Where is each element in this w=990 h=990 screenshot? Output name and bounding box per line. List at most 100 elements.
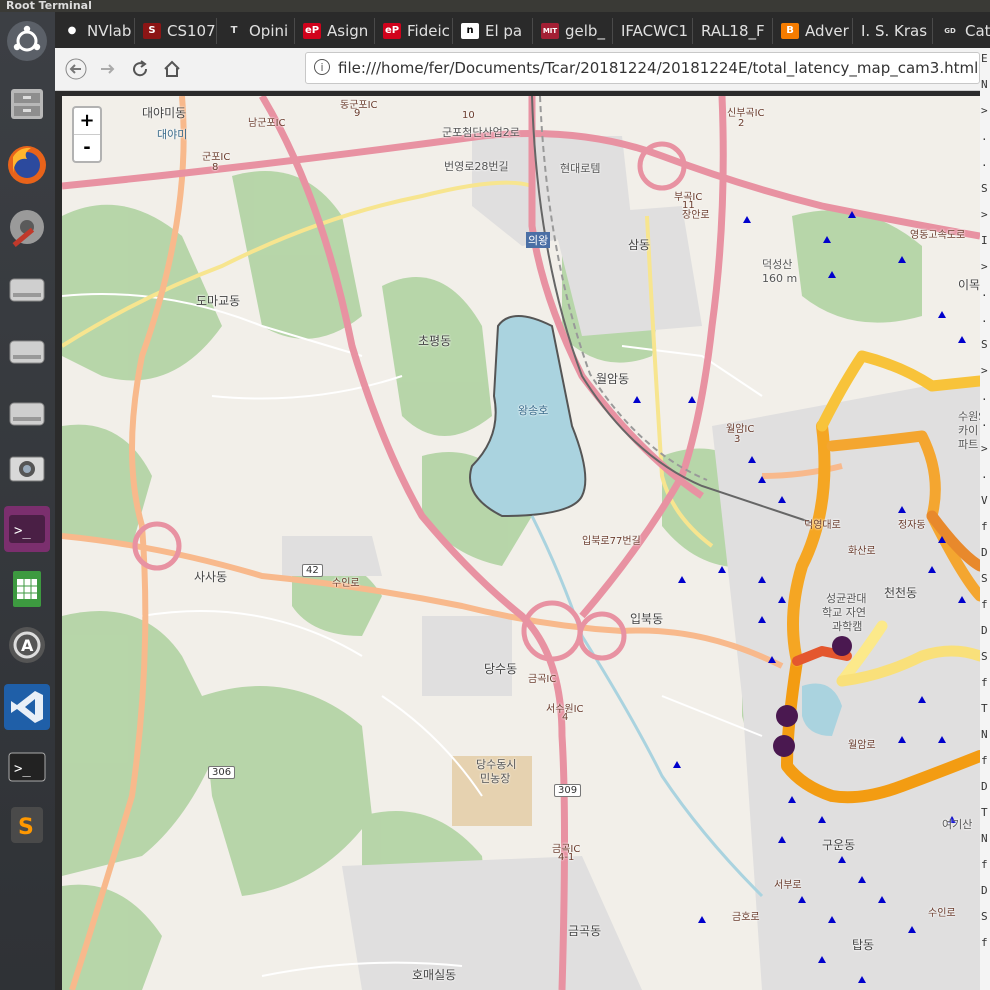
- camera-icon[interactable]: [4, 444, 50, 490]
- tab-opinion[interactable]: T Opini: [219, 18, 295, 44]
- map-label: 덕성산: [762, 258, 793, 271]
- arrow-right-icon: [101, 64, 115, 74]
- terminal-line: T: [981, 806, 988, 819]
- terminal-line: f: [981, 676, 988, 689]
- terminal-icon[interactable]: >_: [4, 744, 50, 790]
- route-shield: 306: [208, 766, 236, 779]
- ubuntu-logo-icon[interactable]: [4, 18, 50, 64]
- map-label: 삼동: [628, 238, 651, 252]
- home-icon: [164, 60, 180, 77]
- map-label: 덕영대로: [804, 520, 841, 531]
- terminal-line: >: [981, 442, 988, 455]
- terminal-line: S: [981, 572, 988, 585]
- map-label: 탑동: [852, 938, 875, 952]
- tab-cs107[interactable]: S CS107: [137, 18, 217, 44]
- leaflet-map[interactable]: 대야미동 대야미 군포IC 8 남군포IC 동군포IC 9 10 군포첨단산업2…: [62, 96, 980, 990]
- map-tiles: [62, 96, 980, 990]
- terminal-line: D: [981, 884, 988, 897]
- map-label: 사사동: [194, 570, 228, 584]
- terminal-line: .: [981, 156, 988, 169]
- home-button[interactable]: [157, 54, 187, 84]
- tab-kras[interactable]: I. S. Kras: [855, 18, 933, 44]
- terminal-line: I: [981, 234, 988, 247]
- tab-fideic[interactable]: eP Fideic: [377, 18, 453, 44]
- svg-text:>_: >_: [14, 523, 31, 539]
- mit-ocw-icon: MIT: [541, 23, 559, 39]
- tab-strip: ● NVlab S CS107 T Opini eP Asign eP Fideic nE…: [55, 12, 990, 48]
- map-label: 서부로: [774, 880, 802, 891]
- terminal-line: f: [981, 858, 988, 871]
- n-icon: n: [461, 23, 479, 39]
- terminal-line: N: [981, 728, 988, 741]
- map-label: 천천동: [884, 586, 918, 600]
- spreadsheet-icon[interactable]: [4, 566, 50, 612]
- tab-ifacwc1[interactable]: IFACWC1: [615, 18, 693, 44]
- terminal-line: D: [981, 780, 988, 793]
- lake-label: 왕송호: [518, 404, 549, 417]
- url-text[interactable]: file:///home/fer/Documents/Tcar/20181224…: [338, 59, 978, 77]
- firefox-icon[interactable]: [4, 142, 50, 188]
- zoom-in-button[interactable]: +: [74, 108, 100, 135]
- drive-icon[interactable]: [4, 390, 50, 436]
- tab-gelb[interactable]: MIT gelb_: [535, 18, 613, 44]
- map-label: 월암IC: [726, 424, 755, 435]
- github-icon: ●: [67, 25, 77, 36]
- zoom-out-button[interactable]: -: [74, 135, 100, 161]
- terminal-line: >: [981, 208, 988, 221]
- system-settings-icon[interactable]: [4, 204, 50, 250]
- svg-text:>_: >_: [14, 761, 31, 777]
- drive-icon[interactable]: [4, 266, 50, 312]
- map-label: 대야미동: [142, 106, 187, 120]
- tab-label: El pa: [485, 22, 523, 40]
- forward-button[interactable]: [93, 54, 123, 84]
- launcher: >_ A >_ S: [0, 12, 55, 990]
- vscode-icon[interactable]: [4, 684, 50, 730]
- terminal-line: f: [981, 936, 988, 949]
- map-label: 정자동: [898, 520, 926, 531]
- tab-cat[interactable]: GD Cat: [935, 18, 990, 44]
- map-label: 수인로: [332, 578, 360, 589]
- terminal-icon[interactable]: >_: [4, 506, 50, 552]
- tab-label: CS107: [167, 22, 216, 40]
- map-label: 4: [562, 712, 569, 723]
- ep-icon: eP: [303, 23, 321, 39]
- map-label: 신부곡IC: [727, 108, 765, 119]
- back-button[interactable]: [61, 54, 91, 84]
- tab-label: RAL18_F: [701, 22, 765, 40]
- url-bar[interactable]: i file:///home/fer/Documents/Tcar/201812…: [305, 52, 980, 84]
- terminal-line: .: [981, 468, 988, 481]
- map-label: 입북로77번길: [582, 536, 641, 547]
- sublime-icon[interactable]: S: [4, 802, 50, 848]
- tab-nvlab[interactable]: ● NVlab: [57, 18, 135, 44]
- info-icon[interactable]: i: [314, 59, 330, 75]
- map-label: 2: [738, 118, 745, 129]
- terminal-line: S: [981, 182, 988, 195]
- file-cabinet-icon[interactable]: [4, 80, 50, 126]
- terminal-line: E: [981, 52, 988, 65]
- map-label: 군포첨단산업2로: [442, 126, 520, 139]
- tab-ral18[interactable]: RAL18_F: [695, 18, 773, 44]
- map-label: 대야미: [157, 128, 188, 141]
- map-label: 금호로: [732, 912, 760, 923]
- map-label: 당수동: [484, 662, 518, 676]
- map-label: 과학캠: [832, 620, 863, 633]
- tab-label: IFACWC1: [621, 22, 688, 40]
- tab-asign[interactable]: eP Asign: [297, 18, 375, 44]
- map-label: 파트: [958, 438, 979, 451]
- svg-text:S: S: [18, 815, 34, 840]
- tab-adver[interactable]: B Adver: [775, 18, 853, 44]
- gdeq-icon: GD: [944, 27, 956, 35]
- map-label: 9: [354, 108, 361, 119]
- map-label: 영동고속도로: [910, 230, 966, 241]
- terminal-line: N: [981, 78, 988, 91]
- software-updater-icon[interactable]: A: [4, 622, 50, 668]
- terminal-line: .: [981, 130, 988, 143]
- reload-icon: [133, 60, 148, 77]
- tab-label: Asign: [327, 22, 369, 40]
- drive-icon[interactable]: [4, 328, 50, 374]
- tab-elpais[interactable]: n El pa: [455, 18, 533, 44]
- map-label: 여기산: [942, 818, 973, 831]
- terminal-window-edge[interactable]: E N >.. S > I >.. S >.. >. Vf D Sf D Sf T Nf D T Nf D Sf: [980, 48, 990, 990]
- terminal-line: .: [981, 286, 988, 299]
- reload-button[interactable]: [125, 54, 155, 84]
